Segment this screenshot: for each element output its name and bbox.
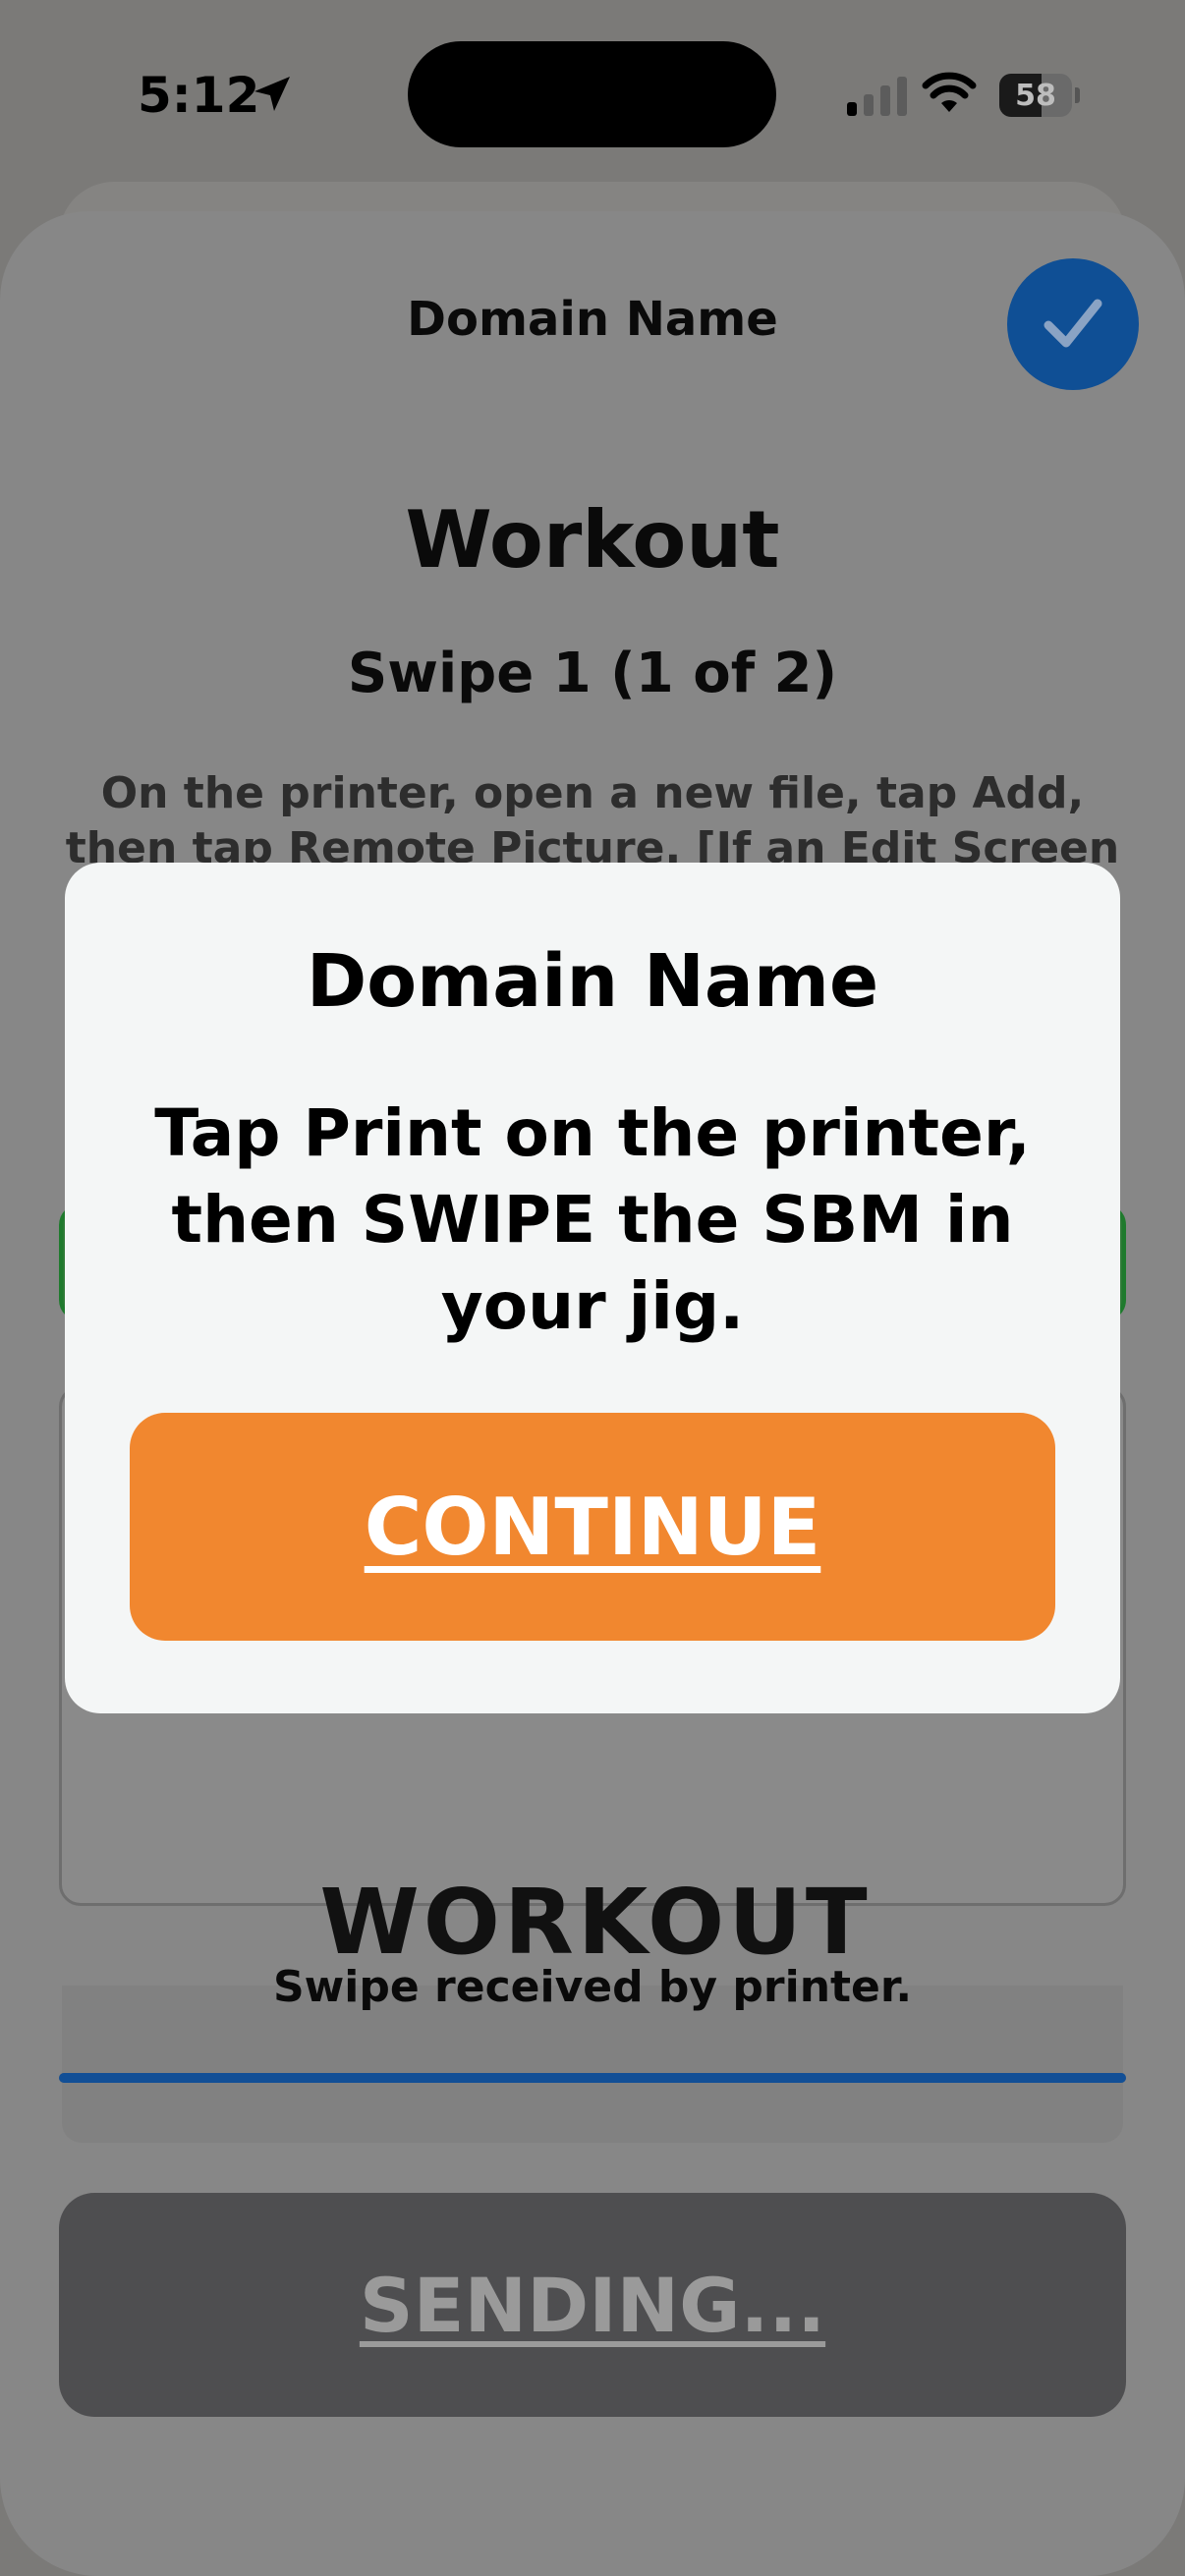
cellular-signal-icon [847, 77, 907, 116]
page-title: Workout [405, 494, 780, 586]
swipe-counter: Swipe 1 (1 of 2) [347, 642, 838, 705]
continue-button[interactable]: CONTINUE [130, 1413, 1055, 1641]
progress-bar [59, 2073, 1126, 2083]
location-arrow-icon [254, 77, 290, 111]
alert-message: Tap Print on the printer, then SWIPE the… [154, 1095, 1031, 1344]
status-bar: 5:12 58 [0, 0, 1185, 187]
preview-label-text: WORKOUT [319, 1870, 872, 1968]
checkmark-icon [1044, 299, 1102, 348]
progress-fill [59, 2073, 1126, 2083]
swipe-status: Swipe received by printer. [272, 1962, 913, 2012]
dynamic-island [408, 41, 776, 147]
battery-icon: 58 [999, 74, 1080, 117]
wifi-icon [922, 72, 977, 112]
battery-level: 58 [1015, 78, 1056, 113]
done-button[interactable] [1007, 258, 1139, 390]
sending-button[interactable]: SENDING... [59, 2193, 1126, 2417]
alert-title: Domain Name [306, 939, 879, 1024]
faded-text [0, 2135, 1185, 2155]
alert-dialog: Domain Name Tap Print on the printer, th… [65, 863, 1120, 1713]
status-time: 5:12 [138, 67, 260, 124]
